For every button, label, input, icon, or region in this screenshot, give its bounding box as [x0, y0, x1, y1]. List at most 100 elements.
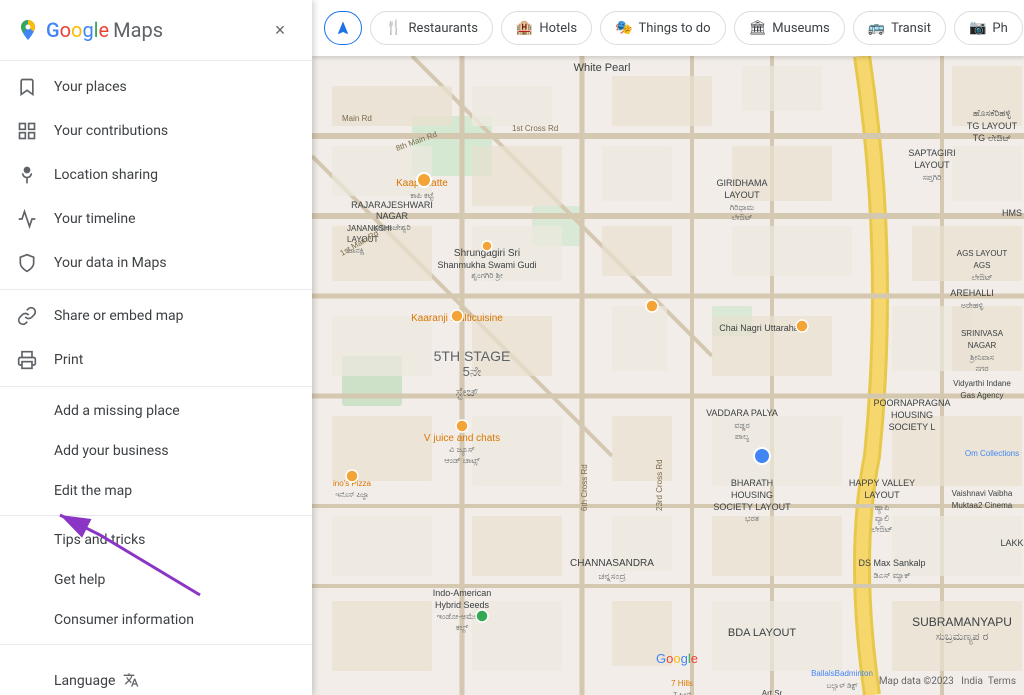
svg-text:Gas Agency: Gas Agency — [960, 391, 1003, 400]
svg-text:5ನೇ: 5ನೇ — [463, 364, 482, 379]
sidebar-item-get-help[interactable]: Get help — [0, 560, 312, 600]
svg-text:ಲೇಔಟ್: ಲೇಔಟ್ — [731, 213, 752, 222]
svg-text:HMS: HMS — [1002, 208, 1022, 218]
svg-text:CHANNASANDRA: CHANNASANDRA — [570, 558, 654, 569]
navigation-icon — [335, 20, 351, 36]
topbar-chip-transit[interactable]: 🚌 Transit — [853, 11, 946, 45]
link-icon — [16, 306, 38, 326]
chip-label: Hotels — [539, 21, 577, 36]
shield-icon — [16, 253, 38, 273]
divider-3 — [0, 515, 312, 516]
svg-text:ವಡ್ಡರ: ವಡ್ಡರ — [734, 421, 749, 431]
edit-icon — [16, 121, 38, 141]
topbar-chip-restaurants[interactable]: 🍴 Restaurants — [370, 11, 493, 45]
svg-text:BDA LAYOUT: BDA LAYOUT — [728, 627, 797, 639]
sidebar-item-print[interactable]: Print — [0, 338, 312, 382]
topbar-chip-more[interactable]: 📷 Ph — [954, 11, 1023, 45]
svg-text:HOUSING: HOUSING — [891, 410, 933, 420]
svg-text:Main Rd: Main Rd — [342, 114, 372, 123]
sidebar-item-label: Your timeline — [54, 211, 136, 227]
svg-text:ವಿ ಜ್ಯೂಸ್: ವಿ ಜ್ಯೂಸ್ — [449, 445, 475, 455]
svg-text:ಹೊಸಕೆರಿಹಳ್ಳಿ: ಹೊಸಕೆರಿಹಳ್ಳಿ — [973, 108, 1011, 119]
logo-text: Google Maps — [46, 18, 163, 42]
svg-text:ನಗರ: ನಗರ — [975, 364, 988, 373]
sidebar-item-your-places[interactable]: Your places — [0, 65, 312, 109]
sidebar-item-your-data[interactable]: Your data in Maps — [0, 241, 312, 285]
svg-text:BallalsBadminton: BallalsBadminton — [811, 669, 873, 678]
timeline-icon — [16, 209, 38, 229]
topbar-chip-museums[interactable]: 🏛 Museums — [734, 11, 845, 45]
svg-text:ಕಲ್ಲ್: ಕಲ್ಲ್ — [456, 623, 469, 633]
svg-text:ಅರೇಹಳ್ಳಿ: ಅರೇಹಳ್ಳಿ — [961, 301, 984, 310]
svg-text:LAYOUT: LAYOUT — [864, 490, 900, 500]
svg-text:Vaishnavi Vaibha: Vaishnavi Vaibha — [952, 489, 1013, 498]
svg-text:Shanmukha Swami Gudi: Shanmukha Swami Gudi — [437, 260, 536, 270]
chip-label: Ph — [992, 21, 1007, 36]
sidebar-item-edit-map[interactable]: Edit the map — [0, 471, 312, 511]
bookmark-icon — [16, 77, 38, 97]
svg-text:ಸುಬ್ರಮಣ್ಯಪ ರ: ಸುಬ್ರಮಣ್ಯಪ ರ — [936, 631, 989, 644]
svg-text:ಪಾಲ್ಯ: ಪಾಲ್ಯ — [735, 432, 750, 442]
sidebar-item-label: Print — [54, 352, 83, 368]
svg-text:Art Sr: Art Sr — [762, 689, 783, 695]
svg-text:ವ್ಯಾಲಿ: ವ್ಯಾಲಿ — [875, 514, 889, 524]
svg-text:AGS LAYOUT: AGS LAYOUT — [957, 249, 1008, 258]
svg-text:NAGAR: NAGAR — [968, 341, 997, 350]
svg-text:SUBRAMANYAPU: SUBRAMANYAPU — [912, 615, 1012, 629]
svg-text:LAYOUT: LAYOUT — [914, 160, 950, 170]
svg-text:TG ಲೇಔಟ್: TG ಲೇಔಟ್ — [973, 133, 1012, 143]
svg-text:ಶೃಂಗಗಿರಿ ಶ್ರೀ: ಶೃಂಗಗಿರಿ ಶ್ರೀ — [471, 271, 503, 280]
map-canvas[interactable]: White Pearl Kaapi Katte ಕಾಪಿ ಕಟ್ಟೆ Shrun… — [312, 56, 1024, 695]
sidebar-item-language[interactable]: Language — [0, 661, 312, 695]
svg-text:ಶ್ರೀನಿವಾಸ: ಶ್ರೀನಿವಾಸ — [968, 353, 993, 362]
svg-text:ರಾಜರಾಜೇಶ್ವರಿ: ರಾಜರಾಜೇಶ್ವರಿ — [373, 223, 411, 232]
divider-2 — [0, 386, 312, 387]
svg-text:Hybrid Seeds: Hybrid Seeds — [435, 600, 490, 610]
svg-text:ಬಲ್ಲಾಳ್ ಡಿಕ್ಟ್: ಬಲ್ಲಾಳ್ ಡಿಕ್ಟ್ — [827, 683, 859, 691]
svg-text:BHARATH: BHARATH — [731, 478, 773, 488]
google-logo: Google — [656, 648, 698, 667]
divider-4 — [0, 644, 312, 645]
hotels-icon: 🏨 — [516, 20, 533, 36]
sidebar-item-add-business[interactable]: Add your business — [0, 431, 312, 471]
svg-text:ಸಪ್ತಗಿರಿ: ಸಪ್ತಗಿರಿ — [923, 173, 942, 182]
svg-text:Indo-American: Indo-American — [433, 588, 492, 598]
svg-text:Om Collections: Om Collections — [965, 449, 1019, 458]
svg-text:LAYOUT: LAYOUT — [724, 190, 760, 200]
sidebar-item-share-embed[interactable]: Share or embed map — [0, 294, 312, 338]
divider-top — [0, 60, 312, 61]
divider-1 — [0, 289, 312, 290]
svg-text:AGS: AGS — [974, 261, 991, 270]
svg-text:SOCIETY LAYOUT: SOCIETY LAYOUT — [713, 502, 791, 512]
sidebar-item-consumer-info[interactable]: Consumer information — [0, 600, 312, 640]
topbar-nav-chip[interactable] — [324, 11, 362, 45]
sidebar-item-add-missing-place[interactable]: Add a missing place — [0, 391, 312, 431]
svg-text:HOUSING: HOUSING — [731, 490, 773, 500]
svg-text:White Pearl: White Pearl — [574, 62, 631, 74]
svg-text:HAPPY VALLEY: HAPPY VALLEY — [849, 478, 915, 488]
close-button[interactable]: × — [264, 14, 296, 46]
svg-text:ಆಂಡ್ ಚಾಟ್ಸ್: ಆಂಡ್ ಚಾಟ್ಸ್ — [444, 456, 480, 465]
map-svg: White Pearl Kaapi Katte ಕಾಪಿ ಕಟ್ಟೆ Shrun… — [312, 56, 1024, 695]
sidebar-item-label: Share or embed map — [54, 308, 183, 324]
sidebar-item-label: Your contributions — [54, 123, 168, 139]
svg-text:7 Hills: 7 Hills — [671, 679, 693, 688]
sidebar-item-contributions[interactable]: Your contributions — [0, 109, 312, 153]
svg-text:23rd Cross Rd: 23rd Cross Rd — [655, 459, 664, 511]
svg-text:ಸ್ಟೇಜ್: ಸ್ಟೇಜ್ — [455, 385, 478, 399]
sidebar-item-timeline[interactable]: Your timeline — [0, 197, 312, 241]
svg-text:5TH STAGE: 5TH STAGE — [434, 348, 511, 364]
sidebar-item-location-sharing[interactable]: Location sharing — [0, 153, 312, 197]
svg-text:ಚನ್ನಸಂದ್ರ: ಚನ್ನಸಂದ್ರ — [598, 571, 626, 582]
topbar-chip-things-to-do[interactable]: 🎭 Things to do — [600, 11, 725, 45]
menu-section-main: Your places Your contributions Location … — [0, 65, 312, 285]
svg-text:V juice and chats: V juice and chats — [424, 433, 500, 444]
topbar-chip-hotels[interactable]: 🏨 Hotels — [501, 11, 592, 45]
menu-section-help: Tips and tricks Get help Consumer inform… — [0, 520, 312, 640]
sidebar-item-tips-tricks[interactable]: Tips and tricks — [0, 520, 312, 560]
person-pin-icon — [16, 165, 38, 185]
svg-text:ಲೇಔಟ್: ಲೇಔಟ್ — [871, 525, 892, 534]
map-topbar: 🍴 Restaurants 🏨 Hotels 🎭 Things to do 🏛 … — [312, 0, 1024, 56]
map-area[interactable]: 🍴 Restaurants 🏨 Hotels 🎭 Things to do 🏛 … — [312, 0, 1024, 695]
svg-text:ಕಾಪಿ ಕಟ್ಟೆ: ಕಾಪಿ ಕಟ್ಟೆ — [410, 191, 434, 200]
